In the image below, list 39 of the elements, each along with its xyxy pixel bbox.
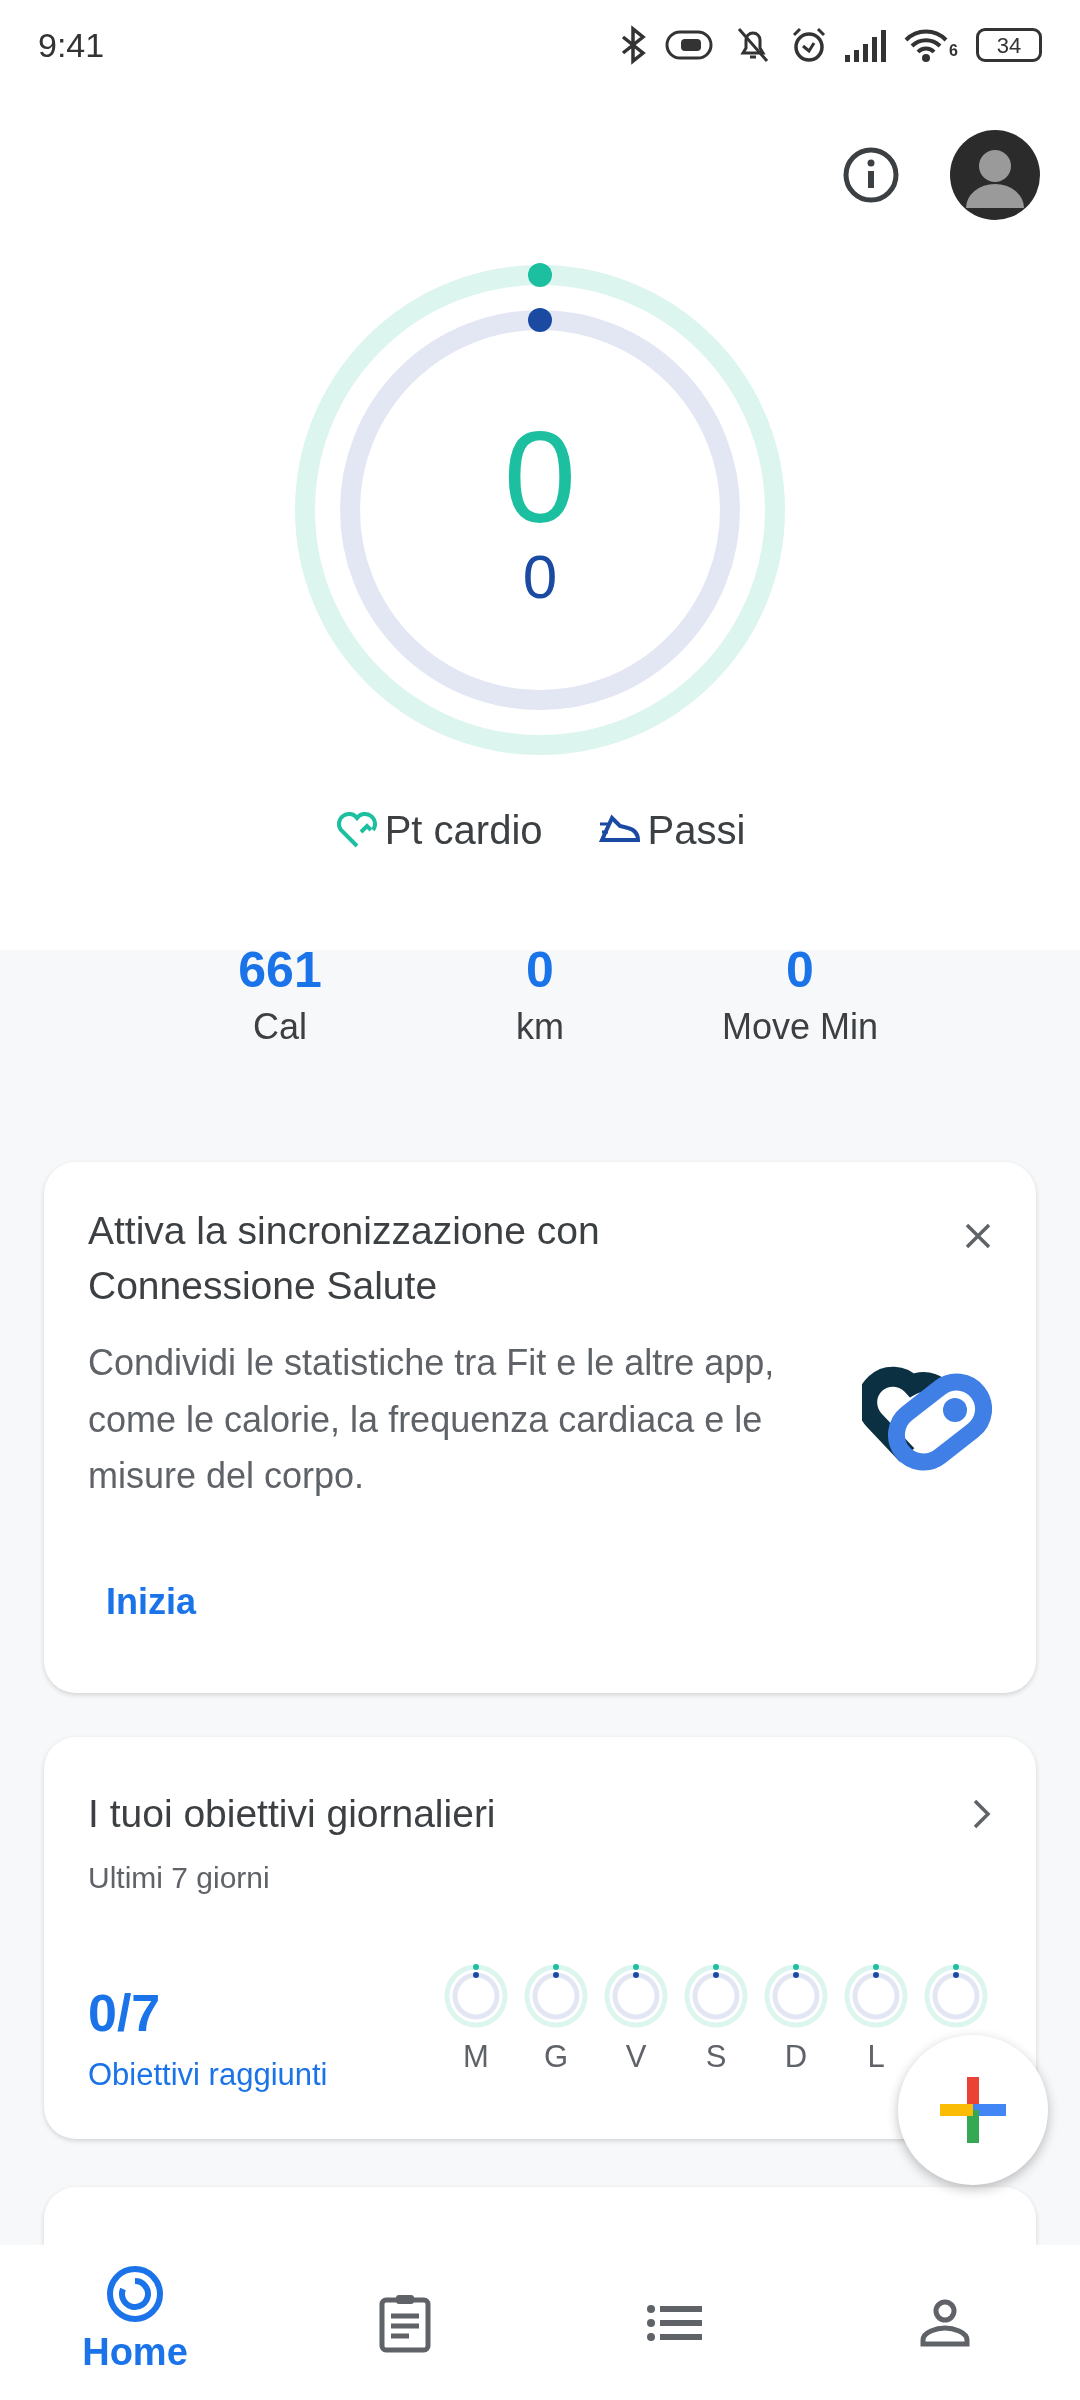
person-icon [920, 2297, 970, 2348]
steps-value: 0 [522, 546, 558, 608]
add-button[interactable] [898, 2035, 1048, 2185]
battery-icon: 34 [976, 28, 1042, 62]
day-label: V [625, 2038, 647, 2075]
card-title: I tuoi obiettivi giornalieri [88, 1790, 496, 1837]
cardio-points-value: 0 [503, 412, 577, 542]
stat-label: km [516, 1005, 564, 1049]
stat-label: Move Min [721, 1005, 878, 1049]
stat-value: 0 [526, 941, 554, 1000]
legend-label: Passi [647, 807, 746, 854]
day-label: D [784, 2038, 808, 2075]
wifi-label: 6 [949, 41, 958, 61]
rings-icon [105, 2264, 165, 2324]
legend-label: Pt cardio [384, 807, 543, 854]
start-link[interactable]: Inizia [88, 1574, 215, 1629]
goals-count-label: Obiettivi raggiunti [88, 2056, 328, 2095]
avatar-icon[interactable] [950, 130, 1040, 220]
card-subtitle: Ultimi 7 giorni [88, 1860, 271, 1897]
day-label: G [543, 2038, 569, 2075]
close-button[interactable] [964, 1222, 992, 1250]
wifi-icon [903, 27, 950, 63]
day-label: M [463, 2038, 489, 2075]
status-time: 9:41 [38, 24, 105, 66]
stat-value: 0 [786, 941, 814, 1000]
card-description: Condividi le statistiche tra Fit e le altre app, come le calorie, la frequenza cardiaca e le misure del corpo. [88, 1341, 776, 1499]
list-icon [647, 2302, 703, 2343]
day-label: L [867, 2038, 885, 2075]
goals-count: 0/7 [88, 1983, 162, 2045]
nav-tab[interactable]: Home [0, 2263, 270, 2382]
plus-icon [938, 2075, 1008, 2145]
heart-icon [334, 810, 379, 850]
chevron-right-icon [972, 1798, 992, 1831]
info-icon[interactable] [842, 146, 900, 204]
stat-label: Cal [253, 1005, 307, 1049]
card-title: Attiva la sincronizzazione con Connessione Salute [88, 1208, 601, 1309]
stat-value: 661 [238, 941, 322, 1000]
day-label: S [705, 2038, 727, 2075]
daily-goals-card[interactable]: I tuoi obiettivi giornalieri Ultimi 7 giorni 0/7 Obiettivi raggiunti M G V S D L [44, 1736, 1036, 2139]
